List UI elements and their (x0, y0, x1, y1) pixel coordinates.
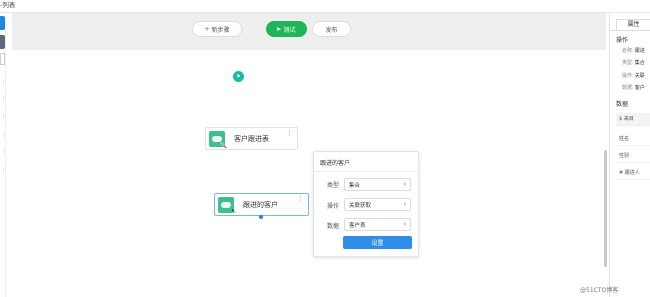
tab-label: 属性 (627, 21, 640, 28)
operation-section-title: 操作 (616, 37, 629, 44)
left-rail-primary-button[interactable] (0, 16, 5, 30)
operation-value: 关联获取 (349, 202, 372, 209)
chevron-right-icon: › (403, 221, 406, 228)
operation-item: 名称:跟进 (622, 47, 645, 54)
flag-icon: ⚑ (236, 73, 241, 80)
item-value: 关联 (634, 73, 645, 79)
tab-underline (610, 30, 650, 31)
publish-label: 发布 (325, 26, 338, 34)
operation-select[interactable]: 关联获取 › (344, 198, 411, 211)
cloud-icon: 🔍 (209, 130, 227, 149)
chevron-right-icon: › (403, 181, 406, 188)
data-field[interactable]: 姓名 (616, 133, 650, 146)
popover-title: 跟进的客户 (320, 160, 351, 167)
more-icon[interactable]: ⋮ (297, 196, 304, 203)
connection-handle[interactable] (259, 215, 263, 219)
data-select[interactable]: 客户表 › (344, 218, 411, 231)
left-rail-more-icon[interactable]: ⋮ (1, 167, 6, 172)
node-label: 跟进的客户 (243, 200, 278, 209)
left-rail-more-icon[interactable]: ⋮ (1, 133, 6, 138)
top-strip: -列表 (0, 0, 650, 13)
left-rail-secondary-button[interactable] (0, 35, 5, 49)
data-field[interactable]: # 跟进人 (616, 167, 650, 180)
more-icon[interactable]: ⋮ (286, 130, 293, 137)
cloud-shape (212, 135, 222, 142)
item-key: 操作: (622, 73, 634, 79)
type-select[interactable]: 集合 › (344, 178, 411, 191)
left-rail-more-icon[interactable]: ⋮ (1, 115, 6, 120)
item-value: 跟进 (634, 48, 645, 54)
operation-item: 操作:关联 (622, 72, 645, 79)
node-label: 客户跟进表 (234, 134, 269, 143)
left-rail-more-icon[interactable]: ⋮ (1, 149, 6, 154)
item-key: 类型: (622, 60, 634, 66)
cloud-icon: ↖ (218, 196, 236, 215)
node-settings-popover: 跟进的客户 类型 集合 › 操作 关联获取 › 数据 客户表 › 设置 (313, 151, 419, 257)
data-label: 数据 (327, 223, 340, 230)
left-rail: ⋮ ⋮ ⋮ ⋮ ⋮ ⋮ (0, 13, 6, 297)
data-section-title: 数据 (616, 101, 629, 108)
divider (314, 171, 418, 172)
item-key: 名称: (622, 48, 634, 54)
cloud-shape (221, 201, 231, 208)
start-node-icon[interactable]: ⚑ (233, 71, 244, 82)
watermark: @51CTO博客 (580, 287, 619, 294)
flow-canvas[interactable] (12, 50, 606, 297)
link-arrow-icon: ↖ (230, 207, 236, 215)
chevron-right-icon: › (403, 201, 406, 208)
flow-toolbar: + 新步骤 测试 发布 (12, 13, 606, 50)
type-value: 集合 (349, 182, 361, 189)
search-icon: 🔍 (219, 141, 227, 149)
type-label: 类型 (327, 182, 340, 189)
flow-node-followed-customer[interactable]: ↖ 跟进的客户 ⋮ (214, 193, 309, 216)
add-step-button[interactable]: + 新步骤 (192, 21, 242, 37)
left-rail-more-icon[interactable]: ⋮ (1, 97, 6, 102)
plus-icon: + (204, 25, 210, 33)
operation-label: 操作 (327, 203, 340, 210)
add-step-label: 新步骤 (211, 26, 230, 34)
data-field[interactable]: $ 来目 (616, 113, 650, 126)
left-rail-tertiary-button[interactable] (0, 53, 5, 65)
confirm-label: 设置 (371, 240, 384, 247)
test-button[interactable]: 测试 (266, 21, 307, 37)
publish-button[interactable]: 发布 (312, 21, 351, 37)
data-field[interactable]: 性别 (616, 150, 650, 163)
item-value: 集合 (634, 60, 645, 66)
tab-properties[interactable]: 属性 (616, 19, 650, 30)
operation-item: 数据:客户 (622, 84, 645, 91)
item-key: 数据: (622, 85, 634, 91)
test-label: 测试 (283, 26, 296, 34)
data-value: 客户表 (349, 222, 366, 229)
settings-confirm-button[interactable]: 设置 (343, 236, 412, 249)
flow-node-customer-followup-table[interactable]: 🔍 客户跟进表 ⋮ (205, 127, 298, 150)
left-rail-more-icon[interactable]: ⋮ (1, 79, 6, 84)
canvas-scrollbar[interactable] (604, 150, 607, 267)
operation-item: 类型:集合 (622, 59, 645, 66)
item-value: 客户 (634, 85, 645, 91)
page-title: -列表 (0, 1, 16, 9)
properties-panel: 属性 操作 名称:跟进 类型:集合 操作:关联 数据:客户 数据 $ 来目 姓名… (609, 13, 650, 297)
play-icon (277, 27, 282, 31)
